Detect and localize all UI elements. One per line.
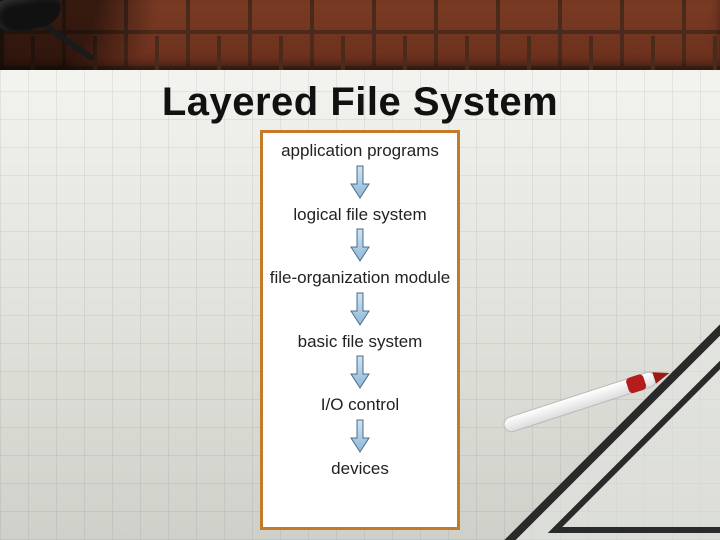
layer-file-organization-module: file-organization module [270,266,451,290]
arrow-down-icon [349,163,371,203]
slide-title: Layered File System [0,80,720,125]
brick-wall-backdrop [0,0,720,70]
arrow-down-icon [349,226,371,266]
layer-application-programs: application programs [281,139,439,163]
arrow-down-icon [349,353,371,393]
layer-basic-file-system: basic file system [298,330,423,354]
layer-logical-file-system: logical file system [293,203,426,227]
arrow-down-icon [349,417,371,457]
layer-io-control: I/O control [321,393,399,417]
layer-devices: devices [331,457,389,481]
arrow-down-icon [349,290,371,330]
slide-stage: Layered File System application programs… [0,0,720,540]
layered-file-system-diagram: application programs logical file system… [260,130,460,530]
